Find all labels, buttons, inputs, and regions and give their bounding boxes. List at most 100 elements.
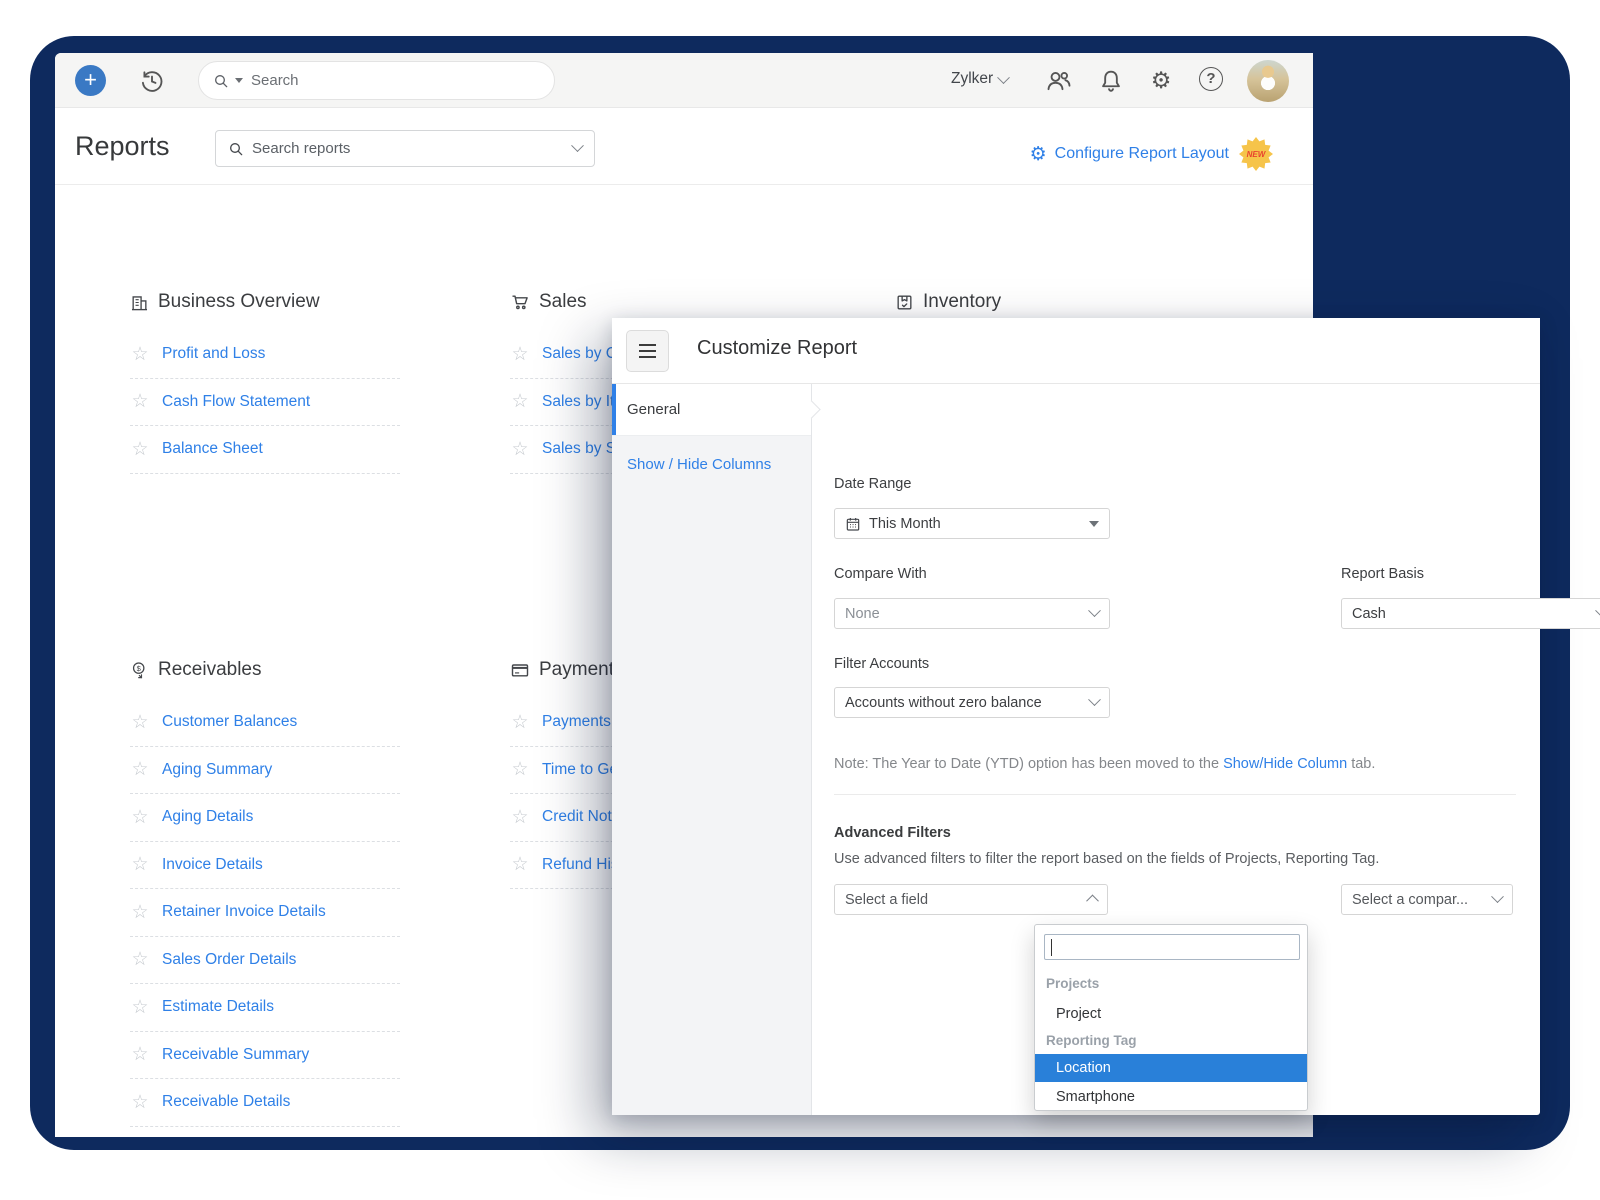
report-link[interactable]: Profit and Loss xyxy=(162,345,265,363)
modal-header: Customize Report xyxy=(612,318,1540,384)
tab-general[interactable]: General xyxy=(612,384,811,436)
customize-report-modal: Customize Report General Show / Hide Col… xyxy=(612,318,1540,1115)
report-link-row[interactable]: ☆ Invoice Details xyxy=(130,842,400,890)
report-link[interactable]: Aging Details xyxy=(162,808,253,826)
users-icon[interactable] xyxy=(1045,67,1073,95)
star-icon[interactable]: ☆ xyxy=(130,853,150,876)
report-link-row[interactable]: ☆ Profit and Loss xyxy=(130,331,400,379)
dropdown-option[interactable]: Smartphone xyxy=(1035,1083,1307,1111)
select-field-combo[interactable]: Select a field xyxy=(834,884,1108,915)
report-link[interactable]: Balance Sheet xyxy=(162,440,263,458)
caret-down-icon xyxy=(1089,521,1099,527)
star-icon[interactable]: ☆ xyxy=(510,390,530,413)
advanced-filters-description: Use advanced filters to filter the repor… xyxy=(834,851,1379,867)
star-icon[interactable]: ☆ xyxy=(130,438,150,461)
select-comparator-combo[interactable]: Select a compar... xyxy=(1341,884,1513,915)
tab-label: General xyxy=(627,401,680,418)
filter-accounts-select[interactable]: Accounts without zero balance xyxy=(834,687,1110,718)
show-hide-column-link[interactable]: Show/Hide Column xyxy=(1223,756,1347,772)
report-link-row[interactable]: ☆ Balance Sheet xyxy=(130,426,400,474)
global-search-input[interactable]: Search xyxy=(198,61,555,100)
note-text: Note: The Year to Date (YTD) option has … xyxy=(834,756,1223,772)
page-header: Reports Search reports ⚙ Configure Repor… xyxy=(55,109,1313,185)
star-icon[interactable]: ☆ xyxy=(130,806,150,829)
star-icon[interactable]: ☆ xyxy=(130,343,150,366)
calendar-icon xyxy=(845,516,861,532)
section-title: Business Overview xyxy=(158,291,320,313)
date-range-value: This Month xyxy=(869,516,1089,532)
star-icon[interactable]: ☆ xyxy=(130,901,150,924)
tab-show-hide-columns[interactable]: Show / Hide Columns xyxy=(612,438,811,490)
cart-icon xyxy=(510,292,530,312)
help-icon[interactable]: ? xyxy=(1199,67,1227,95)
dropdown-search-input[interactable] xyxy=(1044,934,1300,960)
chevron-down-icon xyxy=(1491,890,1504,903)
section-title: Inventory xyxy=(923,291,1001,313)
compare-with-value: None xyxy=(845,606,1090,622)
compare-with-select[interactable]: None xyxy=(834,598,1110,629)
recent-history-icon[interactable] xyxy=(138,67,166,95)
report-link[interactable]: Estimate Details xyxy=(162,998,274,1016)
org-name: Zylker xyxy=(951,70,993,88)
star-icon[interactable]: ☆ xyxy=(510,711,530,734)
report-link[interactable]: Retainer Invoice Details xyxy=(162,903,326,921)
report-link[interactable]: Invoice Details xyxy=(162,856,263,874)
search-scope-caret-icon[interactable] xyxy=(235,78,243,83)
filter-accounts-label: Filter Accounts xyxy=(834,656,929,672)
star-icon[interactable]: ☆ xyxy=(510,806,530,829)
star-icon[interactable]: ☆ xyxy=(130,758,150,781)
report-basis-select[interactable]: Cash xyxy=(1341,598,1600,629)
star-icon[interactable]: ☆ xyxy=(130,390,150,413)
hamburger-menu-icon[interactable] xyxy=(626,330,669,372)
quick-create-button[interactable]: + xyxy=(75,65,106,96)
star-icon[interactable]: ☆ xyxy=(130,996,150,1019)
star-icon[interactable]: ☆ xyxy=(130,948,150,971)
global-search-placeholder: Search xyxy=(251,72,299,89)
notifications-bell-icon[interactable] xyxy=(1097,67,1125,95)
search-icon xyxy=(213,73,229,89)
help-question-glyph: ? xyxy=(1199,67,1223,91)
report-link[interactable]: Receivable Summary xyxy=(162,1046,309,1064)
star-icon[interactable]: ☆ xyxy=(510,438,530,461)
dropdown-group-label: Projects xyxy=(1046,976,1099,991)
report-link-row[interactable]: ☆ Customer Balances xyxy=(130,699,400,747)
dropdown-group-label: Reporting Tag xyxy=(1046,1033,1137,1048)
configure-report-layout-link[interactable]: ⚙ Configure Report Layout NEW xyxy=(1030,137,1273,171)
note-text-suffix: tab. xyxy=(1347,756,1375,772)
compare-with-label: Compare With xyxy=(834,566,927,582)
report-link-row[interactable]: ☆ Sales Order Details xyxy=(130,937,400,985)
chevron-down-icon xyxy=(571,139,584,152)
chevron-down-icon xyxy=(1088,693,1101,706)
report-link[interactable]: Receivable Details xyxy=(162,1093,290,1111)
report-link-row[interactable]: ☆ Aging Details xyxy=(130,794,400,842)
user-avatar[interactable] xyxy=(1247,60,1289,102)
report-link-row[interactable]: ☆ Retainer Invoice Details xyxy=(130,889,400,937)
report-search-select[interactable]: Search reports xyxy=(215,130,595,167)
report-link-row[interactable]: ☆ Receivable Details xyxy=(130,1079,400,1127)
star-icon[interactable]: ☆ xyxy=(510,343,530,366)
settings-gear-icon[interactable]: ⚙ xyxy=(1147,67,1175,95)
field-dropdown: Projects Project Reporting Tag Location … xyxy=(1034,924,1308,1111)
report-link-row[interactable]: ☆ Cash Flow Statement xyxy=(130,379,400,427)
svg-text:$: $ xyxy=(137,663,142,672)
dropdown-option[interactable]: Project xyxy=(1035,1000,1307,1028)
report-link[interactable]: Sales Order Details xyxy=(162,951,296,969)
report-link-row[interactable]: ☆ Aging Summary xyxy=(130,747,400,795)
divider xyxy=(834,794,1516,795)
dropdown-option-highlighted[interactable]: Location xyxy=(1035,1054,1307,1082)
report-link-row[interactable]: ☆ Estimate Details xyxy=(130,984,400,1032)
star-icon[interactable]: ☆ xyxy=(130,711,150,734)
report-link[interactable]: Aging Summary xyxy=(162,761,272,779)
star-icon[interactable]: ☆ xyxy=(130,1043,150,1066)
report-link[interactable]: Cash Flow Statement xyxy=(162,393,310,411)
org-switcher[interactable]: Zylker xyxy=(951,70,1008,88)
report-link[interactable]: Customer Balances xyxy=(162,713,297,731)
chevron-up-icon xyxy=(1086,895,1099,908)
section-business-overview: Business Overview ☆ Profit and Loss ☆ Cash… xyxy=(130,287,400,474)
report-link-row[interactable]: ☆ Receivable Summary xyxy=(130,1032,400,1080)
star-icon[interactable]: ☆ xyxy=(130,1091,150,1114)
date-range-select[interactable]: This Month xyxy=(834,508,1110,539)
star-icon[interactable]: ☆ xyxy=(510,853,530,876)
tab-label: Show / Hide Columns xyxy=(627,456,771,473)
star-icon[interactable]: ☆ xyxy=(510,758,530,781)
